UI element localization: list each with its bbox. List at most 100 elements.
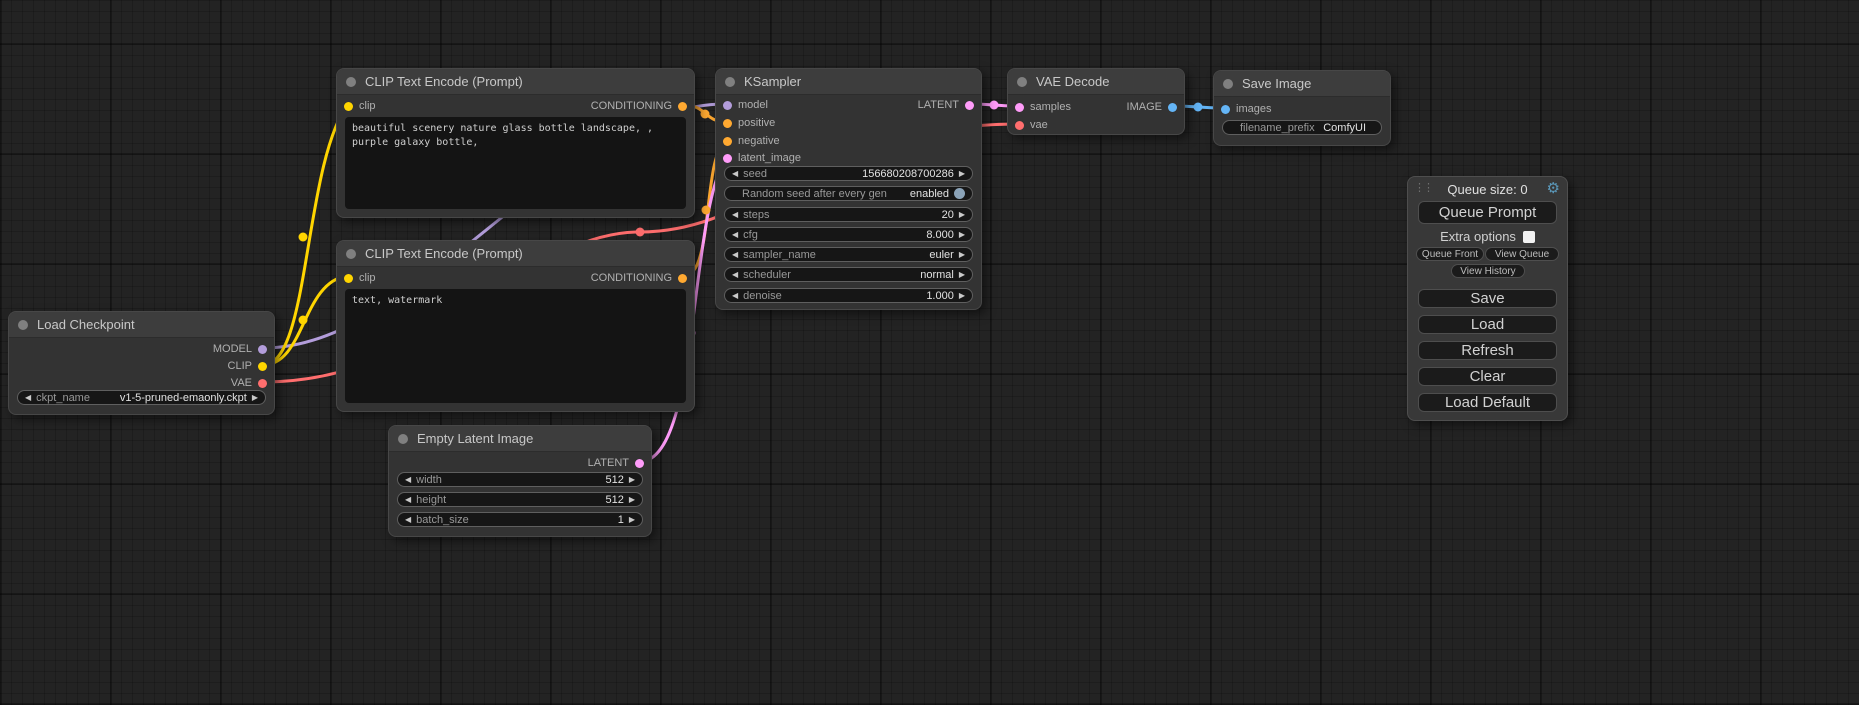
node-empty-latent-image[interactable]: Empty Latent Image LATENT ◀ width 512 ▶ …	[388, 425, 652, 537]
decrement-arrow-icon[interactable]: ◀	[732, 170, 738, 178]
node-header[interactable]: Empty Latent Image	[389, 426, 651, 452]
node-header[interactable]: KSampler	[716, 69, 981, 95]
output-slot-dot-icon[interactable]	[258, 362, 267, 371]
widget-ckpt-name[interactable]: ◀ ckpt_name v1-5-pruned-emaonly.ckpt ▶	[17, 390, 266, 405]
input-slot-clip[interactable]: clip	[344, 99, 376, 113]
input-slot-vae[interactable]: vae	[1015, 118, 1048, 132]
node-clip-text-encode-positive[interactable]: CLIP Text Encode (Prompt) clip CONDITION…	[336, 68, 695, 218]
node-collapse-icon[interactable]	[1017, 77, 1027, 87]
increment-arrow-icon[interactable]: ▶	[959, 170, 965, 178]
increment-arrow-icon[interactable]: ▶	[629, 476, 635, 484]
input-slot-dot-icon[interactable]	[723, 154, 732, 163]
node-save-image[interactable]: Save Image images filename_prefix ComfyU…	[1213, 70, 1391, 146]
output-slot-dot-icon[interactable]	[635, 459, 644, 468]
input-slot-positive[interactable]: positive	[723, 116, 775, 130]
node-header[interactable]: Load Checkpoint	[9, 312, 274, 338]
input-slot-dot-icon[interactable]	[344, 274, 353, 283]
output-slot-dot-icon[interactable]	[678, 274, 687, 283]
input-slot-dot-icon[interactable]	[344, 102, 353, 111]
queue-prompt-button[interactable]: Queue Prompt	[1418, 201, 1557, 224]
extra-options-checkbox[interactable]	[1523, 231, 1535, 243]
widget-height[interactable]: ◀ height 512 ▶	[397, 492, 643, 507]
refresh-button[interactable]: Refresh	[1418, 341, 1557, 360]
decrement-arrow-icon[interactable]: ◀	[732, 251, 738, 259]
input-slot-model[interactable]: model	[723, 98, 768, 112]
prompt-textarea[interactable]: beautiful scenery nature glass bottle la…	[345, 117, 686, 209]
prompt-textarea[interactable]: text, watermark	[345, 289, 686, 403]
node-graph-canvas[interactable]: Load Checkpoint MODEL CLIP VAE ◀ ckpt_na…	[0, 0, 1859, 705]
output-slot-clip[interactable]: CLIP	[228, 359, 267, 373]
load-button[interactable]: Load	[1418, 315, 1557, 334]
decrement-arrow-icon[interactable]: ◀	[405, 496, 411, 504]
node-collapse-icon[interactable]	[18, 320, 28, 330]
load-default-button[interactable]: Load Default	[1418, 393, 1557, 412]
widget-scheduler[interactable]: ◀ scheduler normal ▶	[724, 267, 973, 282]
view-history-button[interactable]: View History	[1451, 264, 1525, 278]
decrement-arrow-icon[interactable]: ◀	[25, 394, 31, 402]
widget-cfg[interactable]: ◀ cfg 8.000 ▶	[724, 227, 973, 242]
output-slot-dot-icon[interactable]	[1168, 103, 1177, 112]
widget-width[interactable]: ◀ width 512 ▶	[397, 472, 643, 487]
view-queue-button[interactable]: View Queue	[1485, 247, 1559, 261]
widget-denoise[interactable]: ◀ denoise 1.000 ▶	[724, 288, 973, 303]
decrement-arrow-icon[interactable]: ◀	[732, 292, 738, 300]
drag-handle-icon[interactable]: ⋮⋮	[1414, 181, 1432, 194]
input-slot-clip[interactable]: clip	[344, 271, 376, 285]
node-collapse-icon[interactable]	[725, 77, 735, 87]
settings-gear-icon[interactable]: ⚙	[1547, 180, 1560, 198]
output-slot-dot-icon[interactable]	[965, 101, 974, 110]
input-slot-dot-icon[interactable]	[1015, 121, 1024, 130]
node-vae-decode[interactable]: VAE Decode samples vae IMAGE	[1007, 68, 1185, 135]
node-header[interactable]: CLIP Text Encode (Prompt)	[337, 241, 694, 267]
queue-front-button[interactable]: Queue Front	[1416, 247, 1484, 261]
save-button[interactable]: Save	[1418, 289, 1557, 308]
input-slot-dot-icon[interactable]	[723, 119, 732, 128]
node-header[interactable]: CLIP Text Encode (Prompt)	[337, 69, 694, 95]
clear-button[interactable]: Clear	[1418, 367, 1557, 386]
node-collapse-icon[interactable]	[398, 434, 408, 444]
increment-arrow-icon[interactable]: ▶	[252, 394, 258, 402]
increment-arrow-icon[interactable]: ▶	[959, 231, 965, 239]
input-slot-latent-image[interactable]: latent_image	[723, 151, 801, 165]
increment-arrow-icon[interactable]: ▶	[959, 271, 965, 279]
input-slot-dot-icon[interactable]	[723, 101, 732, 110]
increment-arrow-icon[interactable]: ▶	[629, 516, 635, 524]
input-slot-images[interactable]: images	[1221, 102, 1271, 116]
input-slot-dot-icon[interactable]	[1015, 103, 1024, 112]
widget-filename-prefix[interactable]: filename_prefix ComfyUI	[1222, 120, 1382, 135]
increment-arrow-icon[interactable]: ▶	[959, 211, 965, 219]
node-collapse-icon[interactable]	[1223, 79, 1233, 89]
widget-seed[interactable]: ◀ seed 156680208700286 ▶	[724, 166, 973, 181]
node-header[interactable]: Save Image	[1214, 71, 1390, 97]
node-clip-text-encode-negative[interactable]: CLIP Text Encode (Prompt) clip CONDITION…	[336, 240, 695, 412]
decrement-arrow-icon[interactable]: ◀	[732, 211, 738, 219]
decrement-arrow-icon[interactable]: ◀	[405, 516, 411, 524]
output-slot-conditioning[interactable]: CONDITIONING	[591, 271, 687, 285]
node-header[interactable]: VAE Decode	[1008, 69, 1184, 95]
input-slot-dot-icon[interactable]	[1221, 105, 1230, 114]
widget-steps[interactable]: ◀ steps 20 ▶	[724, 207, 973, 222]
output-slot-conditioning[interactable]: CONDITIONING	[591, 99, 687, 113]
decrement-arrow-icon[interactable]: ◀	[732, 231, 738, 239]
node-ksampler[interactable]: KSampler model positive negative latent_…	[715, 68, 982, 310]
increment-arrow-icon[interactable]: ▶	[959, 292, 965, 300]
output-slot-dot-icon[interactable]	[678, 102, 687, 111]
output-slot-latent[interactable]: LATENT	[588, 456, 644, 470]
input-slot-dot-icon[interactable]	[723, 137, 732, 146]
input-slot-samples[interactable]: samples	[1015, 100, 1071, 114]
decrement-arrow-icon[interactable]: ◀	[732, 271, 738, 279]
output-slot-model[interactable]: MODEL	[213, 342, 267, 356]
node-collapse-icon[interactable]	[346, 77, 356, 87]
increment-arrow-icon[interactable]: ▶	[629, 496, 635, 504]
widget-random-seed[interactable]: Random seed after every gen enabled	[724, 186, 973, 201]
widget-sampler-name[interactable]: ◀ sampler_name euler ▶	[724, 247, 973, 262]
decrement-arrow-icon[interactable]: ◀	[405, 476, 411, 484]
widget-batch-size[interactable]: ◀ batch_size 1 ▶	[397, 512, 643, 527]
node-collapse-icon[interactable]	[346, 249, 356, 259]
input-slot-negative[interactable]: negative	[723, 134, 780, 148]
output-slot-latent[interactable]: LATENT	[918, 98, 974, 112]
node-load-checkpoint[interactable]: Load Checkpoint MODEL CLIP VAE ◀ ckpt_na…	[8, 311, 275, 415]
output-slot-vae[interactable]: VAE	[231, 376, 267, 390]
output-slot-dot-icon[interactable]	[258, 345, 267, 354]
increment-arrow-icon[interactable]: ▶	[959, 251, 965, 259]
